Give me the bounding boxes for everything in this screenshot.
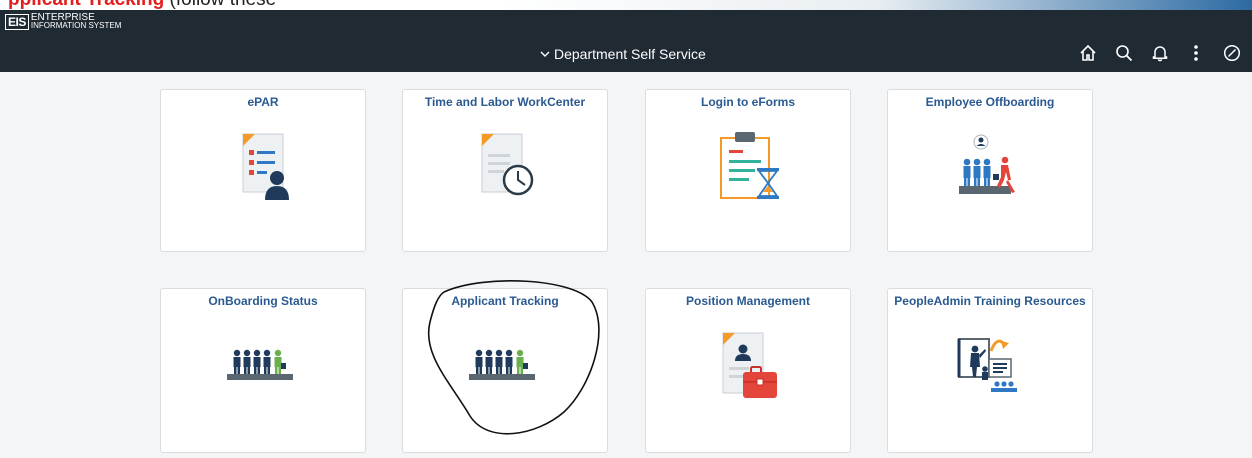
tile-applicant-tracking[interactable]: Applicant Tracking: [402, 288, 608, 453]
position-briefcase-icon: [722, 332, 777, 398]
tile-label: Login to eForms: [701, 95, 795, 109]
tile-onboarding-status[interactable]: OnBoarding Status: [160, 288, 366, 453]
tile-label: PeopleAdmin Training Resources: [894, 294, 1086, 308]
compass-icon[interactable]: [1222, 43, 1242, 63]
home-icon[interactable]: [1078, 43, 1098, 63]
page-title-dropdown[interactable]: Department Self Service: [540, 46, 706, 62]
tile-eforms[interactable]: Login to eForms: [645, 89, 851, 252]
document-clock-icon: [481, 133, 534, 196]
chevron-down-icon: [540, 51, 550, 57]
clipboard-hourglass-icon: [720, 132, 779, 199]
tile-training-resources[interactable]: PeopleAdmin Training Resources: [887, 288, 1093, 453]
logo-abbrev: EIS: [5, 14, 29, 30]
logo-line2: INFORMATION SYSTEM: [30, 21, 122, 30]
annotation-caption-paren: (follow these: [170, 0, 277, 10]
applicant-people-icon: [469, 349, 535, 380]
bell-icon[interactable]: [1150, 43, 1170, 63]
tile-label: ePAR: [247, 95, 279, 109]
app-header: EIS ENTERPRISE INFORMATION SYSTEM Depart…: [0, 10, 1252, 72]
annotation-caption-bold: pplicant Tracking: [8, 0, 164, 10]
more-vertical-icon[interactable]: [1186, 43, 1206, 63]
eis-logo: EIS ENTERPRISE INFORMATION SYSTEM: [5, 13, 122, 30]
page-title: Department Self Service: [554, 46, 706, 62]
top-strip: pplicant Tracking (follow these: [0, 0, 1252, 10]
epar-form-icon: [242, 133, 289, 200]
tile-label: Position Management: [685, 294, 810, 308]
annotation-caption: pplicant Tracking (follow these: [8, 0, 276, 10]
search-icon[interactable]: [1114, 43, 1134, 63]
tile-label: Time and Labor WorkCenter: [424, 95, 586, 109]
onboarding-people-icon: [227, 349, 293, 380]
offboarding-people-icon: [959, 134, 1015, 194]
training-presentation-icon: [957, 338, 1017, 392]
tile-position-management[interactable]: Position Management: [645, 288, 851, 453]
tile-label: Applicant Tracking: [451, 294, 559, 308]
tile-time-labor[interactable]: Time and Labor WorkCenter: [402, 89, 608, 252]
tile-offboarding[interactable]: Employee Offboarding: [887, 89, 1093, 252]
tile-epar[interactable]: ePAR: [160, 89, 366, 252]
tile-label: Employee Offboarding: [925, 95, 1055, 109]
tile-label: OnBoarding Status: [208, 294, 318, 308]
